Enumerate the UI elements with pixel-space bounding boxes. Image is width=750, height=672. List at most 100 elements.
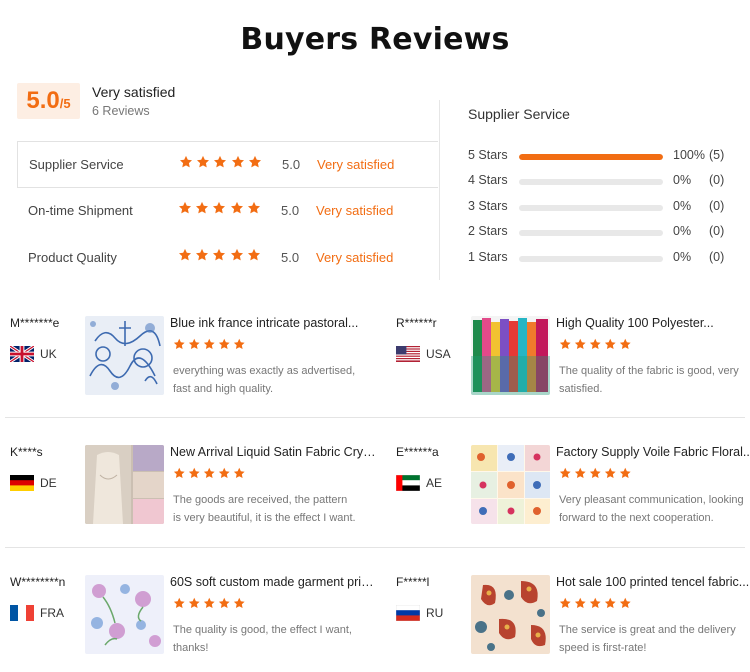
- rating-bar: [519, 205, 663, 211]
- star-icon: [619, 338, 632, 351]
- rating-percent: 0%: [673, 224, 692, 238]
- product-thumbnail[interactable]: [471, 575, 550, 654]
- reviewer-country: DE: [40, 476, 57, 490]
- rating-count: (5): [709, 148, 725, 162]
- review-item[interactable]: R******r USA High Quality 100 Polyester.…: [391, 316, 750, 436]
- review-text: The quality of the fabric is good, very …: [559, 362, 750, 398]
- product-thumbnail[interactable]: [85, 445, 164, 524]
- rating-count: (0): [709, 199, 725, 213]
- rating-label: 4 Stars: [468, 173, 508, 187]
- rating-bar: [519, 179, 663, 185]
- review-text-line: Very pleasant communication, looking: [559, 494, 744, 506]
- criteria-row-product-quality: Product Quality 5.0 Very satisfied: [17, 235, 438, 282]
- star-icon: [195, 248, 209, 262]
- criteria-score: 5.0: [282, 157, 301, 172]
- star-icon: [619, 597, 632, 610]
- star-icon: [173, 467, 186, 480]
- star-icon: [203, 338, 216, 351]
- overall-score: 5.0: [26, 87, 60, 114]
- product-title[interactable]: Blue ink france intricate pastoral...: [170, 316, 377, 330]
- reviewer-name: W********n: [10, 575, 66, 589]
- review-text: The quality is good, the effect I want, …: [173, 621, 373, 657]
- rating-bar-fill: [519, 154, 663, 160]
- criteria-stars: [178, 201, 264, 219]
- uk-flag-icon: [10, 346, 34, 362]
- review-item[interactable]: F*****l RU Hot sale 100 printed tencel f…: [391, 575, 750, 672]
- star-icon: [231, 155, 245, 169]
- star-icon: [203, 467, 216, 480]
- rating-percent: 0%: [673, 173, 692, 187]
- review-text-line: The goods are received, the pattern: [173, 494, 348, 506]
- rating-row-5-stars: 5 Stars 100% (5): [468, 146, 738, 166]
- review-stars: [559, 338, 634, 356]
- criteria-stars: [179, 155, 265, 173]
- star-icon: [574, 338, 587, 351]
- star-icon: [248, 155, 262, 169]
- rating-count: (0): [709, 173, 725, 187]
- review-text-line: The quality of the fabric is good, very: [559, 365, 739, 377]
- product-thumbnail[interactable]: [471, 316, 550, 395]
- star-icon: [230, 201, 244, 215]
- star-icon: [188, 338, 201, 351]
- product-title[interactable]: Hot sale 100 printed tencel fabric...: [556, 575, 750, 589]
- criteria-score: 5.0: [281, 203, 300, 218]
- rating-percent: 0%: [673, 250, 692, 264]
- product-thumbnail[interactable]: [471, 445, 550, 524]
- product-thumbnail[interactable]: [85, 316, 164, 395]
- criteria-label: Supplier Service: [29, 157, 124, 172]
- star-icon: [188, 597, 201, 610]
- product-title[interactable]: Factory Supply Voile Fabric Floral...: [556, 445, 750, 459]
- product-title[interactable]: High Quality 100 Polyester...: [556, 316, 750, 330]
- review-stars: [173, 338, 248, 356]
- colorful-polyester-rolls-image: [471, 316, 550, 395]
- vertical-divider: [439, 100, 440, 280]
- star-icon: [203, 597, 216, 610]
- review-text-line: fast and high quality.: [173, 383, 274, 395]
- review-text: The service is great and the delivery sp…: [559, 621, 750, 657]
- star-icon: [559, 338, 572, 351]
- review-stars: [559, 597, 634, 615]
- blue-toile-fabric-image: [85, 316, 164, 395]
- star-icon: [589, 338, 602, 351]
- reviewer-name: F*****l: [396, 575, 430, 589]
- star-icon: [188, 467, 201, 480]
- review-stars: [173, 467, 248, 485]
- rating-count: (0): [709, 224, 725, 238]
- star-icon: [604, 338, 617, 351]
- review-text: The goods are received, the pattern is v…: [173, 491, 373, 527]
- de-flag-icon: [10, 475, 34, 491]
- product-title[interactable]: New Arrival Liquid Satin Fabric Crystal.…: [170, 445, 377, 459]
- star-icon: [173, 597, 186, 610]
- review-text-line: forward to the next cooperation.: [559, 512, 714, 524]
- review-item[interactable]: W********n FRA 60S soft custom made garm…: [5, 575, 377, 672]
- star-icon: [178, 248, 192, 262]
- criteria-row-supplier-service: Supplier Service 5.0 Very satisfied: [17, 141, 438, 188]
- review-stars: [559, 467, 634, 485]
- fr-flag-icon: [10, 605, 34, 621]
- ru-flag-icon: [396, 605, 420, 621]
- row-divider: [5, 417, 745, 418]
- criteria-label: Product Quality: [28, 250, 117, 265]
- star-icon: [195, 201, 209, 215]
- criteria-word: Very satisfied: [317, 157, 395, 172]
- star-icon: [218, 597, 231, 610]
- product-title[interactable]: 60S soft custom made garment printed...: [170, 575, 377, 589]
- review-item[interactable]: M*******e UK Blue ink france intricate p…: [5, 316, 377, 436]
- rating-row-4-stars: 4 Stars 0% (0): [468, 171, 738, 191]
- star-icon: [574, 597, 587, 610]
- star-icon: [173, 338, 186, 351]
- product-thumbnail[interactable]: [85, 575, 164, 654]
- supplier-service-title: Supplier Service: [468, 106, 570, 122]
- reviewer-name: R******r: [396, 316, 437, 330]
- rating-label: 1 Stars: [468, 250, 508, 264]
- reviewer-name: K****s: [10, 445, 43, 459]
- usa-flag-icon: [396, 346, 420, 362]
- review-text-line: thanks!: [173, 642, 209, 654]
- star-icon: [559, 467, 572, 480]
- review-stars: [173, 597, 248, 615]
- overall-score-max: /5: [59, 96, 71, 111]
- criteria-table: Supplier Service 5.0 Very satisfied On-t…: [17, 141, 438, 282]
- criteria-word: Very satisfied: [316, 203, 394, 218]
- criteria-stars: [178, 248, 264, 266]
- satin-dress-fabric-image: [85, 445, 164, 524]
